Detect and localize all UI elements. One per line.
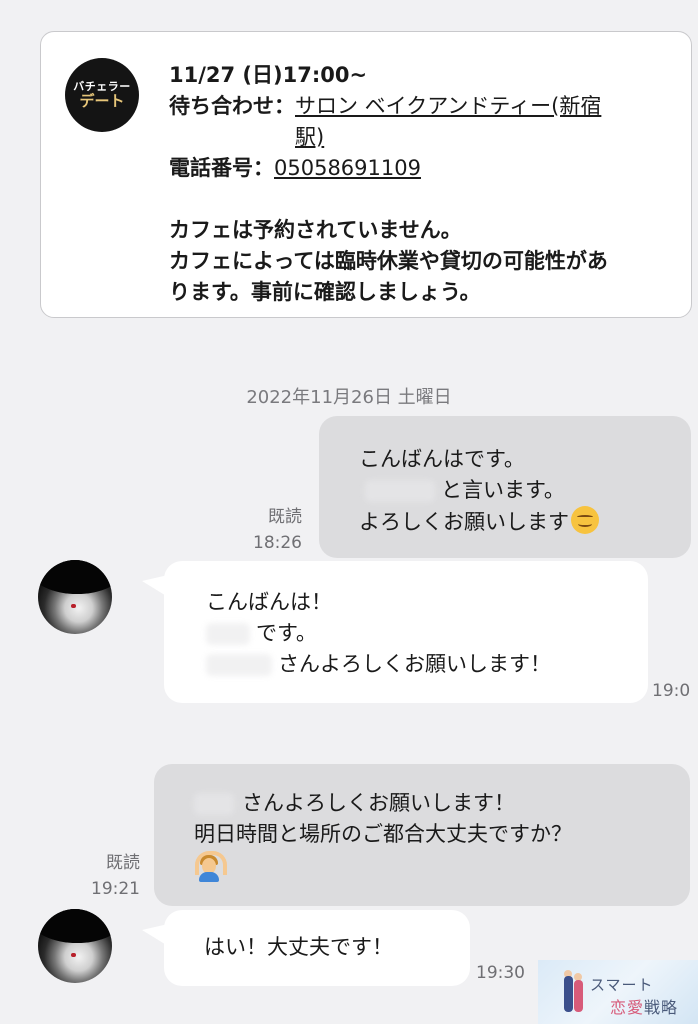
message-line: よろしくお願いします — [359, 510, 569, 534]
message-time: 19:30 — [476, 963, 525, 983]
smiling-face-icon — [571, 506, 599, 534]
message-line: さんよろしくお願いします！ — [278, 652, 551, 676]
message-line-row: さんよろしくお願いします！ — [206, 649, 628, 680]
message-time: 19:0 — [652, 681, 691, 701]
read-receipt: 既読 — [106, 853, 140, 873]
date-time: 11/27 (日)17:00~ — [169, 63, 368, 87]
message-line: さんよろしくお願いします！ — [242, 791, 515, 815]
redacted-name — [194, 793, 234, 815]
message-line: こんばんはです。 — [359, 447, 525, 471]
watermark-line2: 恋愛戦略 — [610, 994, 678, 1018]
redacted-name — [206, 623, 250, 645]
message-time: 18:26 — [253, 533, 302, 553]
outgoing-message-bubble[interactable]: さんよろしくお願いします！ 明日時間と場所のご都合大丈夫ですか？ — [154, 764, 690, 906]
redacted-name — [206, 654, 272, 676]
phone-row: 電話番号： 05058691109 — [169, 153, 679, 184]
redacted-name — [365, 480, 435, 502]
meeting-row: 待ち合わせ： サロン ベイクアンドティー(新宿 駅) — [169, 91, 679, 153]
meeting-place-line1[interactable]: サロン ベイクアンドティー(新宿 — [295, 94, 601, 118]
date-separator: 2022年11月26日 土曜日 — [246, 387, 452, 408]
message-time: 19:21 — [91, 879, 140, 899]
watermark-line2-rest: 戦略 — [644, 998, 679, 1017]
message-line: こんばんは！ — [206, 590, 332, 614]
logo-line1: バチェラー — [73, 79, 131, 93]
phone-label: 電話番号： — [169, 156, 274, 180]
incoming-message-bubble[interactable]: はい！大丈夫です！ — [142, 910, 470, 986]
note-line3: ります。事前に確認しましょう。 — [169, 280, 481, 304]
message-line-row — [194, 850, 670, 891]
phone-number-link[interactable]: 05058691109 — [274, 153, 421, 184]
watermark-line1: スマート — [590, 976, 654, 994]
message-meta: 既読 19:21 — [78, 850, 140, 902]
message-line-row: です。 — [206, 618, 628, 649]
message-line: です。 — [256, 621, 317, 645]
couple-icon — [564, 970, 586, 1014]
contact-avatar[interactable] — [38, 909, 112, 983]
site-watermark: スマート 恋愛戦略 — [538, 960, 698, 1024]
message-line: と言います。 — [441, 478, 565, 502]
meeting-place-link[interactable]: サロン ベイクアンドティー(新宿 駅) — [295, 91, 601, 153]
date-info-card: バチェラー デート 11/27 (日)17:00~ 待ち合わせ： サロン ベイク… — [40, 31, 692, 318]
message-meta: 既読 18:26 — [238, 504, 302, 556]
card-text: 11/27 (日)17:00~ 待ち合わせ： サロン ベイクアンドティー(新宿 … — [169, 60, 679, 308]
meeting-place-line2[interactable]: 駅) — [295, 125, 324, 149]
message-line-row: よろしくお願いします — [359, 506, 671, 538]
message-line-row: さんよろしくお願いします！ — [194, 788, 670, 819]
logo-line2: デート — [79, 91, 125, 110]
meeting-label: 待ち合わせ： — [169, 94, 295, 118]
bachelor-date-logo: バチェラー デート — [65, 58, 139, 132]
outgoing-message-bubble[interactable]: こんばんはです。 と言います。 よろしくお願いします — [319, 416, 691, 558]
read-receipt: 既読 — [268, 507, 302, 527]
note-line2: カフェによっては臨時休業や貸切の可能性があ — [169, 249, 608, 273]
message-line-row: と言います。 — [359, 475, 671, 506]
message-line: はい！大丈夫です！ — [204, 935, 393, 959]
contact-avatar[interactable] — [38, 560, 112, 634]
note-line1: カフェは予約されていません。 — [169, 218, 462, 242]
watermark-line2-pink: 恋愛 — [610, 998, 645, 1017]
person-gesturing-ok-icon — [194, 850, 227, 882]
message-line: 明日時間と場所のご都合大丈夫ですか？ — [194, 822, 572, 846]
incoming-message-bubble[interactable]: こんばんは！ です。 さんよろしくお願いします！ — [142, 561, 648, 703]
